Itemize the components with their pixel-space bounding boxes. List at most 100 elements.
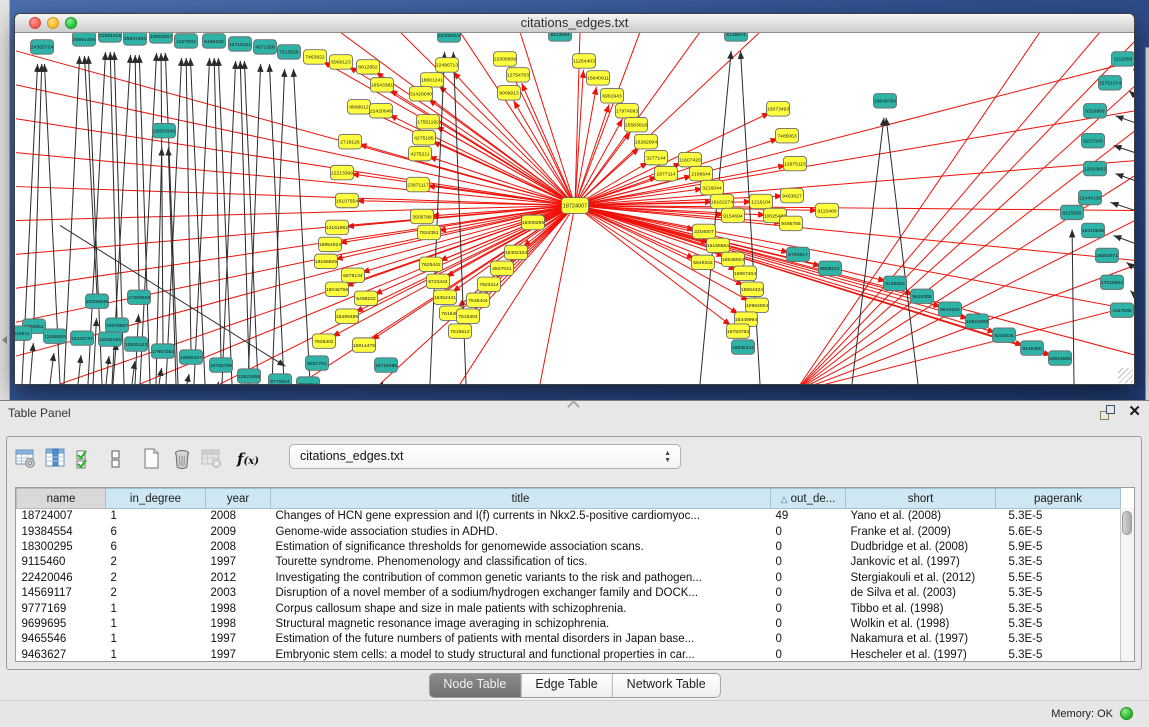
table-cell[interactable]: 2003 (206, 585, 271, 600)
table-cell[interactable]: 0 (771, 539, 846, 554)
column-header-pagerank[interactable]: pagerank (996, 489, 1121, 509)
table-cell[interactable]: 5.9E-5 (996, 539, 1121, 554)
table-cell[interactable]: 2 (106, 585, 206, 600)
table-scrollbar[interactable] (1120, 508, 1134, 661)
table-cell[interactable]: Tibbo et al. (1998) (846, 601, 996, 616)
column-header-title[interactable]: title (271, 489, 771, 509)
table-cell[interactable]: 49 (771, 509, 846, 524)
table-row[interactable]: 969969511998Structural magnetic resonanc… (17, 616, 1121, 631)
table-cell[interactable]: Wolkin et al. (1998) (846, 616, 996, 631)
table-cell[interactable]: 1998 (206, 616, 271, 631)
table-cell[interactable]: 9463627 (17, 647, 106, 662)
table-cell[interactable]: Hescheler et al. (1997) (846, 647, 996, 662)
table-cell[interactable]: 1 (106, 616, 206, 631)
table-cell[interactable]: Dudbridge et al. (2008) (846, 539, 996, 554)
tab-node-table[interactable]: Node Table (429, 674, 520, 697)
table-cell[interactable]: 1998 (206, 601, 271, 616)
table-cell[interactable]: 1 (106, 632, 206, 647)
table-cell[interactable]: 1 (106, 601, 206, 616)
table-cell[interactable]: 2012 (206, 570, 271, 585)
table-cell[interactable]: 5.5E-5 (996, 570, 1121, 585)
table-cell[interactable]: de Silva et al. (2003) (846, 585, 996, 600)
table-row[interactable]: 2242004622012Investigating the contribut… (17, 570, 1121, 585)
table-cell[interactable]: Jankovic et al. (1997) (846, 555, 996, 570)
table-cell[interactable]: 0 (771, 647, 846, 662)
table-cell[interactable]: Embryonic stem cells: a model to study s… (271, 647, 771, 662)
table-row[interactable]: 1938455462009Genome-wide association stu… (17, 524, 1121, 539)
table-cell[interactable]: 0 (771, 555, 846, 570)
table-cell[interactable]: 1 (106, 509, 206, 524)
table-cell[interactable]: 19384554 (17, 524, 106, 539)
zoom-light[interactable] (65, 17, 77, 29)
node-table[interactable]: namein_degreeyeartitle△out_de...shortpag… (15, 487, 1135, 662)
table-cell[interactable]: Stergiakouli et al. (2012) (846, 570, 996, 585)
show-column-icon[interactable] (43, 446, 69, 472)
table-cell[interactable]: 5.3E-5 (996, 632, 1121, 647)
table-cell[interactable]: 2 (106, 555, 206, 570)
table-selector-dropdown[interactable]: citations_edges.txt ▲▼ (289, 444, 681, 469)
table-cell[interactable]: 0 (771, 570, 846, 585)
table-cell[interactable]: 1997 (206, 555, 271, 570)
sidebar-collapse-arrow-icon[interactable] (2, 336, 7, 344)
network-window-titlebar[interactable]: citations_edges.txt (15, 14, 1134, 33)
tab-edge-table[interactable]: Edge Table (520, 674, 611, 697)
selection-mode-icon[interactable] (73, 446, 99, 472)
scrollbar-thumb[interactable] (1122, 511, 1132, 535)
float-window-icon[interactable] (1100, 405, 1117, 422)
window-resize-grip[interactable] (1118, 368, 1133, 383)
table-cell[interactable]: 0 (771, 601, 846, 616)
table-row[interactable]: 1456911722003Disruption of a novel membe… (17, 585, 1121, 600)
table-cell[interactable]: 9777169 (17, 601, 106, 616)
column-header-out_de[interactable]: △out_de... (771, 489, 846, 509)
minimize-light[interactable] (47, 17, 59, 29)
memory-ok-indicator[interactable] (1120, 707, 1133, 720)
table-cell[interactable]: 18724007 (17, 509, 106, 524)
table-cell[interactable]: Nakamura et al. (1997) (846, 632, 996, 647)
table-cell[interactable]: 18300295 (17, 539, 106, 554)
table-cell[interactable]: 9699695 (17, 616, 106, 631)
table-mode-icon[interactable] (13, 446, 39, 472)
table-cell[interactable]: 9465546 (17, 632, 106, 647)
table-cell[interactable]: 14569117 (17, 585, 106, 600)
table-cell[interactable]: Investigating the contribution of common… (271, 570, 771, 585)
table-cell[interactable]: Genome-wide association studies in ADHD. (271, 524, 771, 539)
column-header-name[interactable]: name (17, 489, 106, 509)
column-header-in_degree[interactable]: in_degree (106, 489, 206, 509)
table-cell[interactable]: Estimation of the future numbers of pati… (271, 632, 771, 647)
table-cell[interactable]: 22420046 (17, 570, 106, 585)
table-row[interactable]: 911546021997Tourette syndrome. Phenomeno… (17, 555, 1121, 570)
table-cell[interactable]: 5.3E-5 (996, 555, 1121, 570)
table-cell[interactable]: 2008 (206, 539, 271, 554)
table-cell[interactable]: 1 (106, 647, 206, 662)
function-builder-icon[interactable]: f(x) (235, 446, 261, 472)
table-cell[interactable]: Structural magnetic resonance image aver… (271, 616, 771, 631)
table-cell[interactable]: 5.3E-5 (996, 585, 1121, 600)
table-row[interactable]: 946362711997Embryonic stem cells: a mode… (17, 647, 1121, 662)
table-cell[interactable]: 2 (106, 570, 206, 585)
table-cell[interactable]: Disruption of a novel member of a sodium… (271, 585, 771, 600)
table-cell[interactable]: Estimation of significance thresholds fo… (271, 539, 771, 554)
table-cell[interactable]: 1997 (206, 632, 271, 647)
table-cell[interactable]: Tourette syndrome. Phenomenology and cla… (271, 555, 771, 570)
new-column-icon[interactable] (139, 446, 165, 472)
network-view-window[interactable]: citations_edges.txt 24355724206914062109… (14, 13, 1135, 385)
table-cell[interactable]: 5.3E-5 (996, 647, 1121, 662)
table-cell[interactable]: 6 (106, 539, 206, 554)
left-splitter-strip[interactable] (0, 0, 10, 400)
table-cell[interactable]: 1997 (206, 647, 271, 662)
delete-column-icon[interactable] (169, 446, 195, 472)
table-cell[interactable]: 0 (771, 632, 846, 647)
table-cell[interactable]: 0 (771, 524, 846, 539)
table-cell[interactable]: 5.6E-5 (996, 524, 1121, 539)
table-cell[interactable]: 2008 (206, 509, 271, 524)
table-cell[interactable]: 5.3E-5 (996, 616, 1121, 631)
table-cell[interactable]: 9115460 (17, 555, 106, 570)
table-row[interactable]: 946554611997Estimation of the future num… (17, 632, 1121, 647)
table-cell[interactable]: Changes of HCN gene expression and I(f) … (271, 509, 771, 524)
column-header-year[interactable]: year (206, 489, 271, 509)
network-canvas-container[interactable]: 2435572420691406210914152093740410653267… (15, 33, 1134, 384)
table-cell[interactable]: 6 (106, 524, 206, 539)
table-cell[interactable]: 2009 (206, 524, 271, 539)
row-height-icon[interactable] (103, 446, 129, 472)
table-cell[interactable]: 5.3E-5 (996, 601, 1121, 616)
